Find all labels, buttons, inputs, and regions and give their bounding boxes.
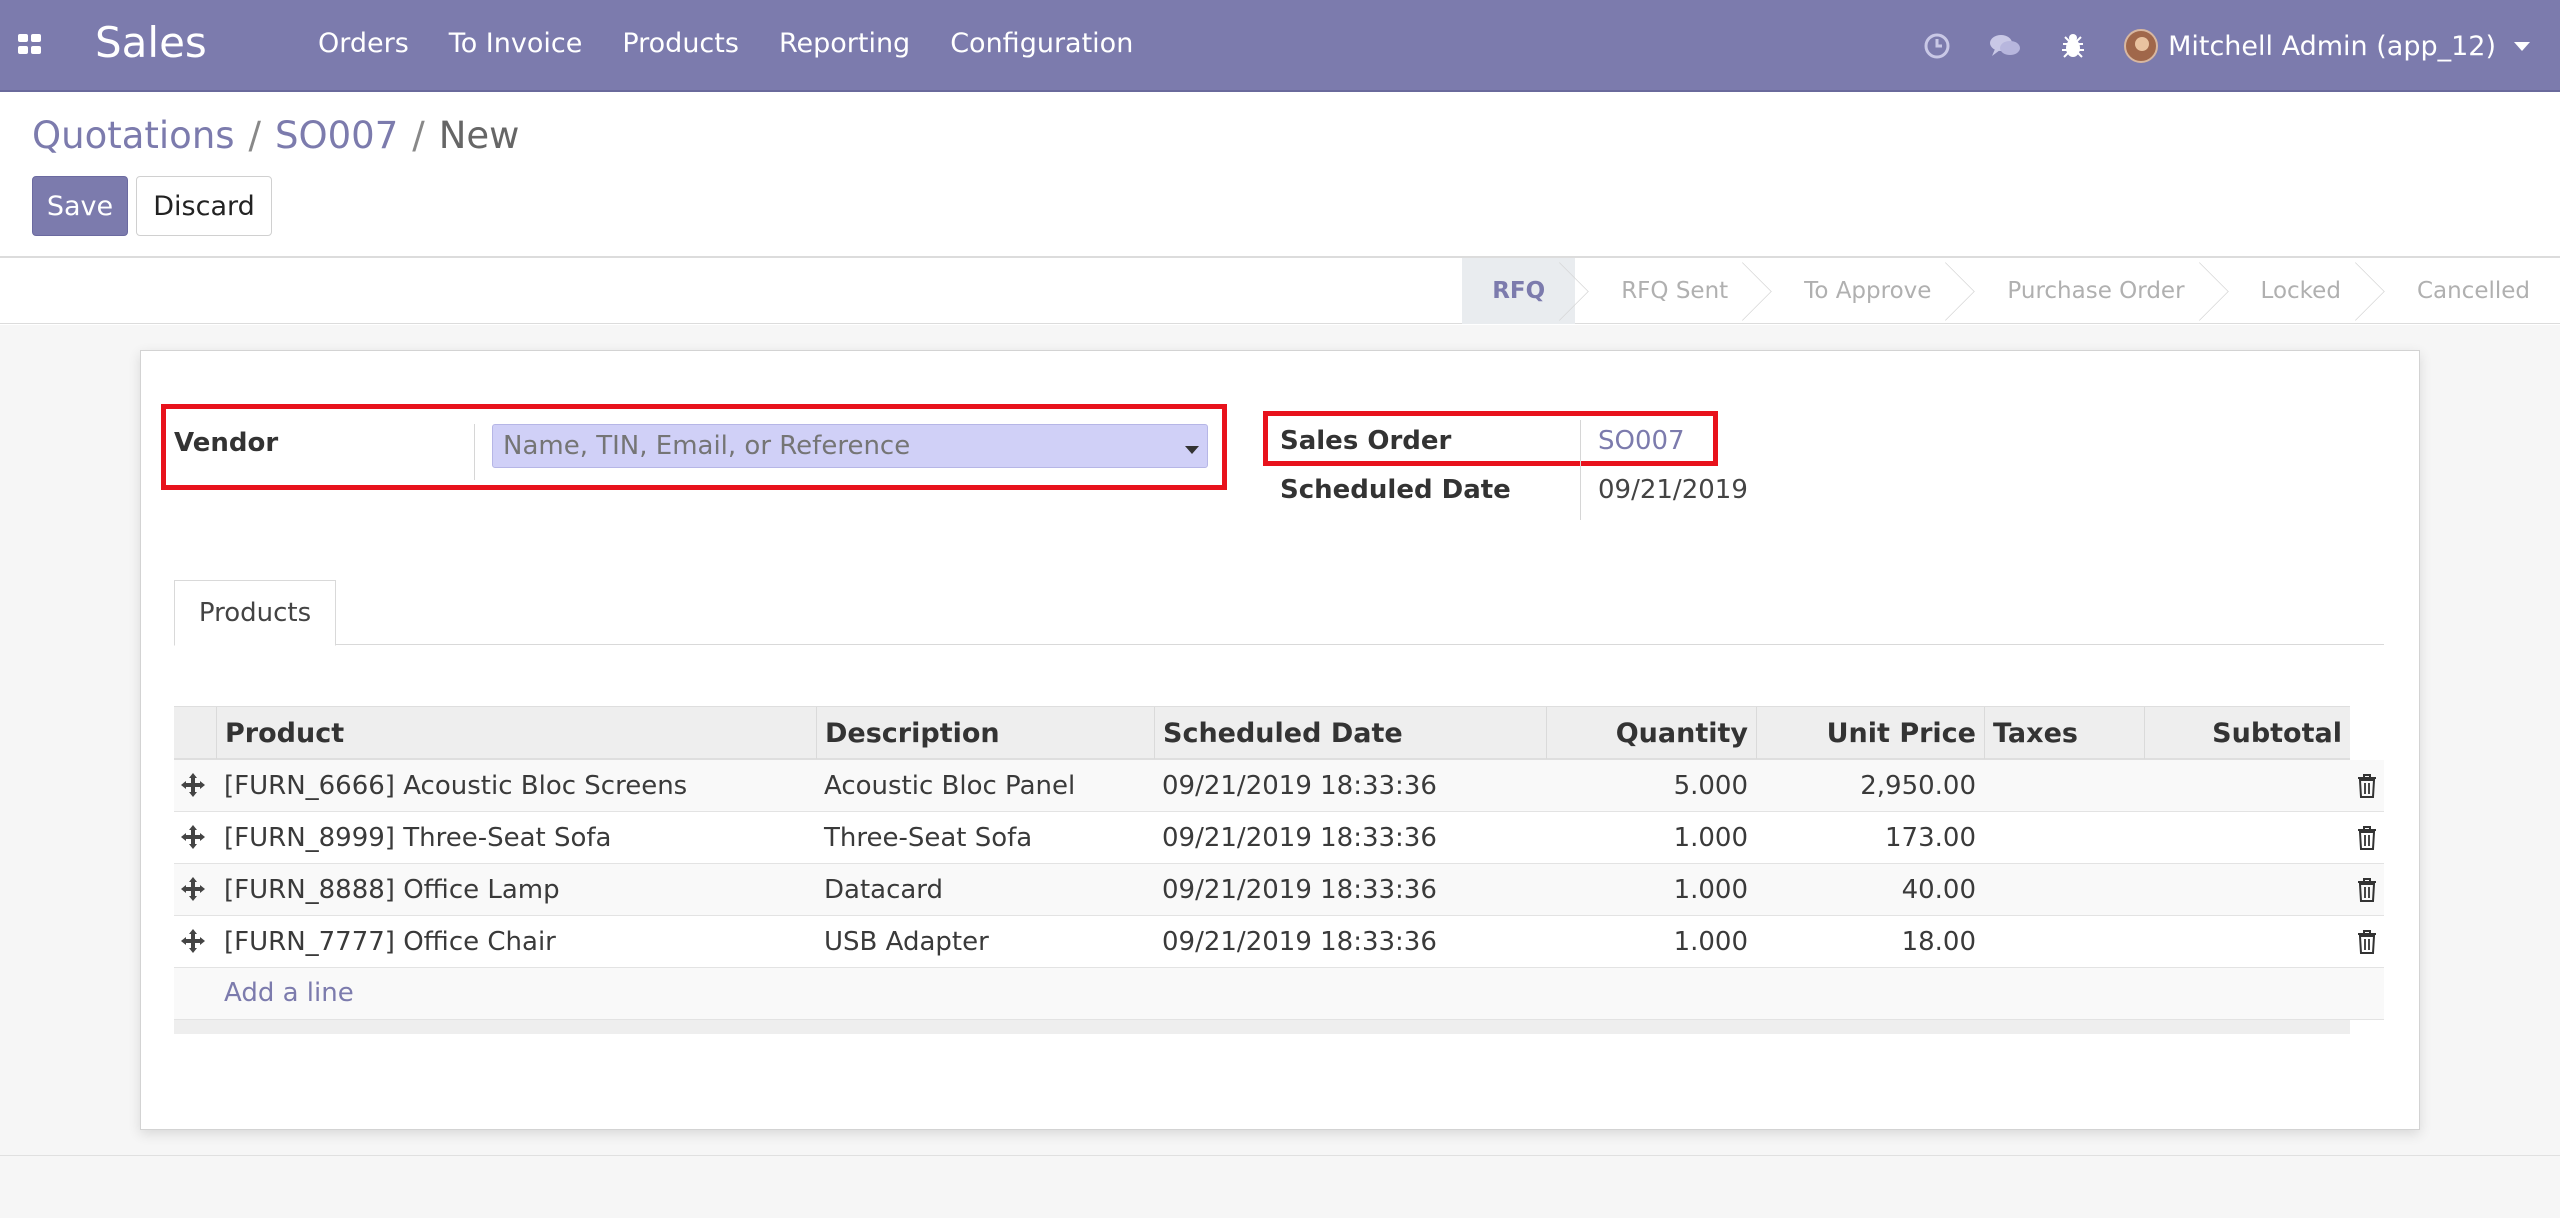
menu-item-configuration[interactable]: Configuration bbox=[950, 28, 1133, 59]
drag-handle-icon[interactable] bbox=[180, 876, 206, 902]
stage-rfq-sent[interactable]: RFQ Sent bbox=[1575, 258, 1758, 324]
save-button[interactable]: Save bbox=[32, 176, 128, 236]
top-navbar: Sales Orders To Invoice Products Reporti… bbox=[0, 0, 2560, 92]
stage-locked[interactable]: Locked bbox=[2215, 258, 2371, 324]
column-header-subtotal[interactable]: Subtotal bbox=[2144, 707, 2350, 759]
user-menu[interactable]: Mitchell Admin (app_12) bbox=[2124, 29, 2530, 63]
cell-taxes[interactable] bbox=[1984, 760, 2144, 811]
breadcrumb-separator: / bbox=[412, 114, 425, 157]
cell-scheduled-date[interactable]: 09/21/2019 18:33:36 bbox=[1154, 916, 1546, 967]
table-row[interactable]: [FURN_7777] Office Chair USB Adapter 09/21… bbox=[174, 916, 2384, 968]
cell-subtotal[interactable] bbox=[2144, 760, 2350, 811]
column-header-description[interactable]: Description bbox=[816, 707, 1154, 759]
add-line-row: Add a line bbox=[174, 968, 2384, 1020]
sales-order-link[interactable]: SO007 bbox=[1598, 426, 1685, 456]
scheduled-date-value[interactable]: 09/21/2019 bbox=[1598, 475, 1748, 505]
systray: Mitchell Admin (app_12) bbox=[1920, 22, 2530, 70]
cell-quantity[interactable]: 5.000 bbox=[1546, 760, 1756, 811]
cell-quantity[interactable]: 1.000 bbox=[1546, 812, 1756, 863]
cell-product[interactable]: [FURN_6666] Acoustic Bloc Screens bbox=[216, 760, 816, 811]
user-name: Mitchell Admin (app_12) bbox=[2168, 30, 2496, 62]
sales-order-label: Sales Order bbox=[1280, 426, 1452, 456]
cell-product[interactable]: [FURN_8999] Three-Seat Sofa bbox=[216, 812, 816, 863]
field-divider bbox=[1580, 420, 1581, 520]
cell-taxes[interactable] bbox=[1984, 864, 2144, 915]
cell-description[interactable]: Datacard bbox=[816, 864, 1154, 915]
apps-menu-icon[interactable] bbox=[18, 34, 44, 56]
table-row[interactable]: [FURN_6666] Acoustic Bloc Screens Acousti… bbox=[174, 760, 2384, 812]
chevron-down-icon bbox=[2514, 41, 2530, 51]
app-brand[interactable]: Sales bbox=[95, 18, 207, 67]
vendor-input[interactable] bbox=[492, 424, 1208, 468]
breadcrumb: Quotations / SO007 / New bbox=[32, 114, 519, 157]
cell-quantity[interactable]: 1.000 bbox=[1546, 864, 1756, 915]
vendor-label: Vendor bbox=[174, 428, 279, 458]
table-body: [FURN_6666] Acoustic Bloc Screens Acousti… bbox=[174, 760, 2384, 968]
field-divider bbox=[474, 424, 475, 480]
cell-unit-price[interactable]: 18.00 bbox=[1756, 916, 1984, 967]
cell-description[interactable]: USB Adapter bbox=[816, 916, 1154, 967]
cell-description[interactable]: Three-Seat Sofa bbox=[816, 812, 1154, 863]
cell-quantity[interactable]: 1.000 bbox=[1546, 916, 1756, 967]
trash-icon[interactable] bbox=[2356, 929, 2378, 955]
menu-item-orders[interactable]: Orders bbox=[318, 28, 409, 59]
main-menu: Orders To Invoice Products Reporting Con… bbox=[318, 28, 1173, 59]
cell-scheduled-date[interactable]: 09/21/2019 18:33:36 bbox=[1154, 760, 1546, 811]
stage-pipeline: RFQ RFQ Sent To Approve Purchase Order L… bbox=[1462, 258, 2560, 324]
debug-bug-icon[interactable] bbox=[2056, 29, 2090, 63]
status-bar: RFQ RFQ Sent To Approve Purchase Order L… bbox=[0, 256, 2560, 324]
messages-chat-icon[interactable] bbox=[1988, 29, 2022, 63]
table-row[interactable]: [FURN_8999] Three-Seat Sofa Three-Seat So… bbox=[174, 812, 2384, 864]
user-avatar bbox=[2124, 29, 2159, 63]
trash-icon[interactable] bbox=[2356, 877, 2378, 903]
chevron-down-icon[interactable] bbox=[1185, 446, 1199, 454]
cell-unit-price[interactable]: 2,950.00 bbox=[1756, 760, 1984, 811]
cell-product[interactable]: [FURN_8888] Office Lamp bbox=[216, 864, 816, 915]
trash-icon[interactable] bbox=[2356, 773, 2378, 799]
column-header-taxes[interactable]: Taxes bbox=[1984, 707, 2144, 759]
cell-subtotal[interactable] bbox=[2144, 864, 2350, 915]
stage-rfq[interactable]: RFQ bbox=[1462, 258, 1576, 324]
cell-scheduled-date[interactable]: 09/21/2019 18:33:36 bbox=[1154, 864, 1546, 915]
tab-divider bbox=[174, 644, 2384, 645]
stage-purchase-order[interactable]: Purchase Order bbox=[1961, 258, 2214, 324]
table-row[interactable]: [FURN_8888] Office Lamp Datacard 09/21/201… bbox=[174, 864, 2384, 916]
table-footer bbox=[174, 1020, 2350, 1034]
cell-subtotal[interactable] bbox=[2144, 916, 2350, 967]
column-header-quantity[interactable]: Quantity bbox=[1546, 707, 1756, 759]
column-header-product[interactable]: Product bbox=[216, 707, 816, 759]
breadcrumb-quotations[interactable]: Quotations bbox=[32, 114, 235, 157]
scheduled-date-label: Scheduled Date bbox=[1280, 475, 1511, 505]
cell-subtotal[interactable] bbox=[2144, 812, 2350, 863]
breadcrumb-separator: / bbox=[248, 114, 262, 157]
drag-handle-icon[interactable] bbox=[180, 824, 206, 850]
drag-handle-icon[interactable] bbox=[180, 772, 206, 798]
cell-taxes[interactable] bbox=[1984, 916, 2144, 967]
trash-icon[interactable] bbox=[2356, 825, 2378, 851]
order-lines-table: Product Description Scheduled Date Quant… bbox=[174, 706, 2384, 1034]
add-line-link[interactable]: Add a line bbox=[224, 978, 354, 1008]
cell-unit-price[interactable]: 40.00 bbox=[1756, 864, 1984, 915]
tab-products[interactable]: Products bbox=[174, 580, 336, 646]
breadcrumb-current: New bbox=[438, 114, 520, 157]
column-header-scheduled-date[interactable]: Scheduled Date bbox=[1154, 707, 1546, 759]
menu-item-reporting[interactable]: Reporting bbox=[779, 28, 910, 59]
stage-to-approve[interactable]: To Approve bbox=[1758, 258, 1961, 324]
discard-button[interactable]: Discard bbox=[136, 176, 272, 236]
cell-taxes[interactable] bbox=[1984, 812, 2144, 863]
cell-description[interactable]: Acoustic Bloc Panel bbox=[816, 760, 1154, 811]
cell-product[interactable]: [FURN_7777] Office Chair bbox=[216, 916, 816, 967]
breadcrumb-so007[interactable]: SO007 bbox=[275, 114, 398, 157]
menu-item-to-invoice[interactable]: To Invoice bbox=[449, 28, 583, 59]
activity-clock-icon[interactable] bbox=[1920, 29, 1954, 63]
bottom-bar bbox=[0, 1155, 2560, 1218]
drag-handle-icon[interactable] bbox=[180, 928, 206, 954]
cell-unit-price[interactable]: 173.00 bbox=[1756, 812, 1984, 863]
menu-item-products[interactable]: Products bbox=[622, 28, 739, 59]
cell-scheduled-date[interactable]: 09/21/2019 18:33:36 bbox=[1154, 812, 1546, 863]
stage-cancelled[interactable]: Cancelled bbox=[2371, 258, 2560, 324]
column-header-unit-price[interactable]: Unit Price bbox=[1756, 707, 1984, 759]
table-header: Product Description Scheduled Date Quant… bbox=[174, 706, 2350, 760]
